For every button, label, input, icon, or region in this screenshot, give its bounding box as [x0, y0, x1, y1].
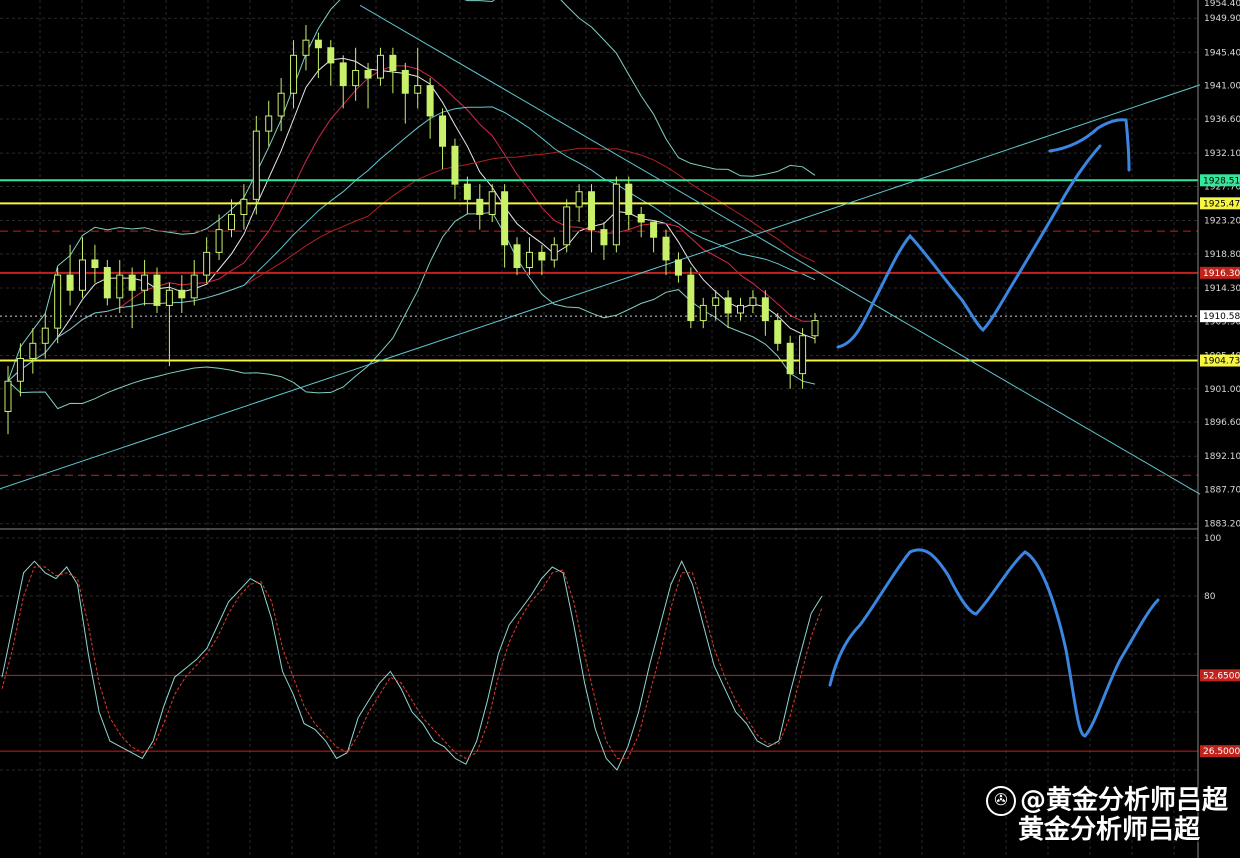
axis-tick-label: 1936.60 [1204, 115, 1240, 125]
candle-body [178, 289, 186, 299]
candle-body [550, 244, 558, 261]
candle-body [41, 327, 49, 344]
candle-body [302, 39, 310, 56]
candle-body [364, 69, 372, 79]
oscillator-tick-label: 80 [1204, 592, 1216, 602]
candle-body [352, 69, 360, 87]
candle-body [389, 54, 397, 71]
price-tag-label: 1904.73 [1203, 357, 1240, 367]
chart-canvas: 1954.40 1949.90 1945.40 1941.00 1936.60 1932.… [0, 0, 1240, 858]
candle-body [4, 380, 12, 413]
candle-body [525, 251, 533, 269]
candle-body [327, 47, 335, 64]
candle-body [451, 145, 459, 185]
level-tag-label: 52.6500 [1203, 671, 1240, 681]
axis-tick-label: 1887.70 [1204, 486, 1240, 496]
axis-tick-label: 1954.40 [1204, 0, 1240, 9]
candle-body [426, 85, 434, 117]
candle-body [29, 342, 37, 359]
oscillator-tick-label: 100 [1204, 534, 1221, 544]
watermark-logo: ✇ @黄金分析师吕超 黄金分析师吕超 [985, 786, 1228, 844]
candle-body [737, 304, 745, 314]
axis-tick-label: 1923.20 [1204, 217, 1240, 227]
candle-body [463, 183, 471, 200]
candle-body [749, 297, 757, 306]
axis-tick-label: 1896.60 [1204, 418, 1240, 428]
candle-body [439, 115, 447, 147]
candle-body [538, 251, 546, 261]
candle-body [165, 289, 173, 306]
candle-body [153, 274, 161, 306]
candle-body [501, 191, 509, 246]
candle-body [16, 357, 24, 382]
candle-body [401, 69, 409, 94]
candle-body [215, 229, 223, 253]
candle-body [761, 297, 769, 322]
candle-body [290, 54, 298, 94]
price-tag-label: 1916.30 [1203, 269, 1240, 279]
candle-body [786, 342, 794, 375]
axis-tick-label: 1914.30 [1204, 284, 1240, 294]
candle-body [128, 274, 136, 291]
candle-body [612, 183, 620, 246]
candle-body [650, 221, 658, 238]
candle-body [774, 320, 782, 344]
candle-body [724, 297, 732, 314]
candle-body [203, 251, 211, 276]
candle-body [799, 335, 807, 375]
candle-body [252, 130, 260, 200]
axis-tick-label: 1932.10 [1204, 149, 1240, 159]
candle-body [563, 206, 571, 246]
candle-body [588, 191, 596, 231]
candle-body [488, 191, 496, 215]
candle-body [476, 198, 484, 215]
axis-tick-label: 1901.00 [1204, 385, 1240, 395]
candle-body [674, 259, 682, 276]
candle-body [687, 274, 695, 322]
candle-body [662, 236, 670, 261]
axis-tick-label: 1945.40 [1204, 48, 1240, 58]
price-tag-label: 1910.58 [1203, 312, 1240, 322]
candle-body [141, 274, 149, 291]
candle-body [600, 229, 608, 246]
candle-body [190, 274, 198, 299]
price-tag-label: 1928.51 [1203, 176, 1240, 186]
candle-body [637, 213, 645, 223]
candle-body [314, 39, 322, 49]
level-tag-label: 26.5000 [1203, 747, 1240, 757]
candle-body [699, 304, 707, 322]
candle-body [339, 62, 347, 87]
axis-tick-label: 1892.10 [1204, 452, 1240, 462]
price-tag-label: 1925.47 [1203, 199, 1240, 209]
candle-body [376, 54, 384, 79]
candle-body [103, 267, 111, 299]
candle-body [116, 274, 124, 299]
candle-body [54, 274, 62, 329]
candle-body [91, 259, 99, 269]
candle-body [277, 92, 285, 117]
candle-body [575, 191, 583, 208]
weibo-icon: ✇ [985, 786, 1016, 816]
axis-tick-label: 1941.00 [1204, 82, 1240, 92]
candle-body [240, 198, 248, 215]
candle-body [811, 320, 819, 337]
candle-body [227, 213, 235, 231]
axis-tick-label: 1949.90 [1204, 14, 1240, 24]
axis-tick-label: 1918.80 [1204, 250, 1240, 260]
candle-body [712, 297, 720, 306]
candle-body [66, 274, 74, 291]
axis-tick-label: 1883.20 [1204, 520, 1240, 530]
candle-body [265, 115, 273, 132]
candle-body [513, 244, 521, 269]
candle-body [625, 183, 633, 215]
candle-body [78, 259, 86, 291]
candle-body [414, 85, 422, 94]
